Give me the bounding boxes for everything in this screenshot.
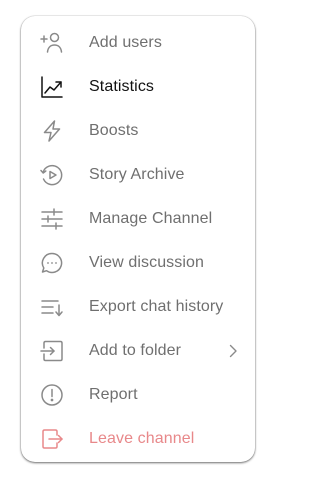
story-archive-icon: [40, 163, 64, 187]
statistics-icon: [40, 75, 64, 99]
menu-item-manage-channel[interactable]: Manage Channel: [21, 197, 255, 241]
menu-item-statistics[interactable]: Statistics: [21, 65, 255, 109]
folder-icon: [40, 339, 64, 363]
menu-item-label: Leave channel: [89, 430, 195, 447]
menu-item-story-archive[interactable]: Story Archive: [21, 153, 255, 197]
menu-item-boosts[interactable]: Boosts: [21, 109, 255, 153]
menu-item-label: Add users: [89, 34, 162, 51]
chevron-right-icon: [229, 344, 237, 358]
chat-bubble-icon: [40, 251, 64, 275]
menu-item-add-users[interactable]: Add users: [21, 21, 255, 65]
menu-item-label: Story Archive: [89, 166, 185, 183]
menu-item-leave-channel[interactable]: Leave channel: [21, 417, 255, 461]
menu-item-add-to-folder[interactable]: Add to folder: [21, 329, 255, 373]
lightning-icon: [40, 119, 64, 143]
leave-icon: [40, 427, 64, 451]
add-user-icon: [40, 31, 64, 55]
menu-item-label: Export chat history: [89, 298, 224, 315]
menu-item-label: Manage Channel: [89, 210, 213, 227]
menu-item-label: Boosts: [89, 122, 139, 139]
menu-item-report[interactable]: Report: [21, 373, 255, 417]
menu-item-label: View discussion: [89, 254, 205, 271]
menu-item-label: Report: [89, 386, 138, 403]
menu-item-label: Statistics: [89, 78, 155, 95]
export-icon: [40, 295, 64, 319]
channel-context-menu: Add users Statistics Boosts Story Archiv…: [21, 16, 255, 462]
menu-item-label: Add to folder: [89, 342, 182, 359]
menu-item-export-chat-history[interactable]: Export chat history: [21, 285, 255, 329]
sliders-icon: [40, 207, 64, 231]
menu-item-view-discussion[interactable]: View discussion: [21, 241, 255, 285]
report-icon: [40, 383, 64, 407]
